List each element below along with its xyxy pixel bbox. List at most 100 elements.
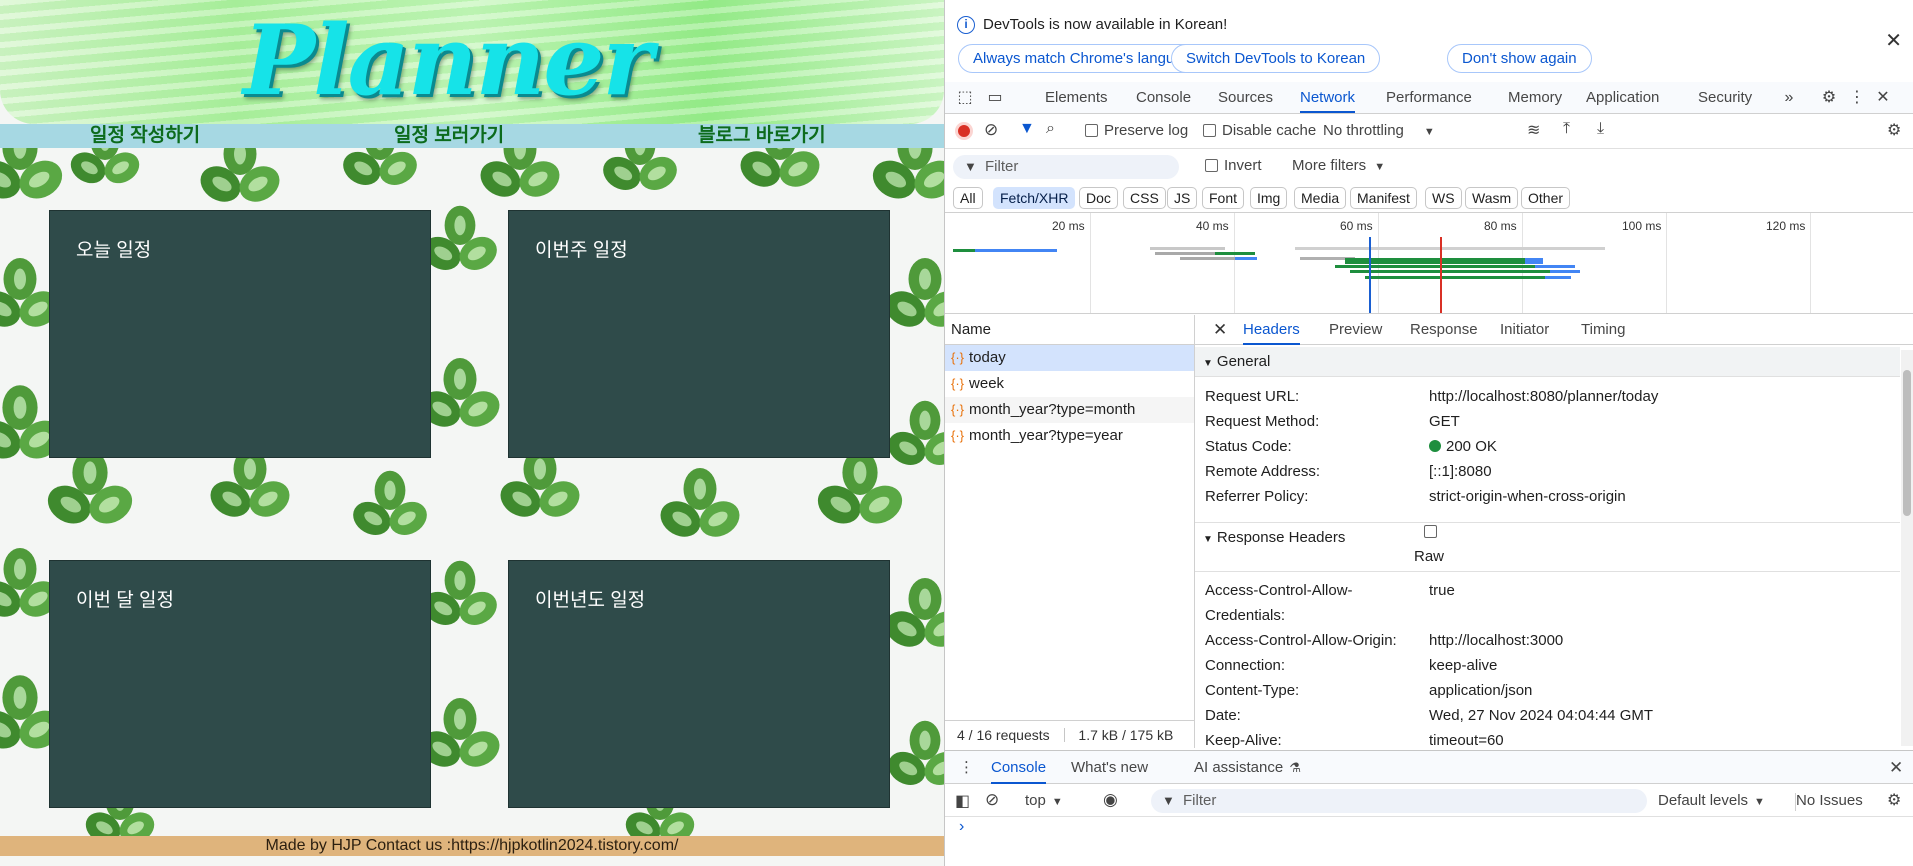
checkbox-box[interactable] bbox=[1205, 159, 1218, 172]
checkbox-box[interactable] bbox=[1085, 124, 1098, 137]
flask-icon: ⚗ bbox=[1289, 760, 1301, 775]
close-drawer-icon[interactable]: ✕ bbox=[1889, 751, 1903, 784]
type-manifest[interactable]: Manifest bbox=[1350, 187, 1417, 209]
switch-to-korean-button[interactable]: Switch DevTools to Korean bbox=[1171, 44, 1381, 73]
tab-performance[interactable]: Performance bbox=[1386, 82, 1472, 113]
invert-label: Invert bbox=[1224, 157, 1262, 174]
planner-title: Planner bbox=[242, 4, 653, 117]
devtools-tabbar: ⬚ ▭ Elements Console Sources Network Per… bbox=[945, 82, 1913, 114]
waterfall-bar bbox=[1550, 270, 1580, 273]
tab-preview[interactable]: Preview bbox=[1329, 315, 1382, 345]
context-select[interactable]: top ▼ bbox=[1025, 792, 1063, 809]
checkbox-box[interactable] bbox=[1203, 124, 1216, 137]
tab-network[interactable]: Network bbox=[1300, 82, 1356, 113]
tab-console[interactable]: Console bbox=[1136, 82, 1191, 113]
request-row[interactable]: {·} month_year?type=month bbox=[945, 397, 1194, 423]
filter-input[interactable]: ▼ Filter bbox=[953, 155, 1179, 179]
close-devtools-icon[interactable]: ✕ bbox=[1873, 88, 1893, 108]
filter-placeholder: Filter bbox=[985, 158, 1019, 175]
console-settings-icon[interactable]: ⚙ bbox=[1887, 790, 1901, 810]
drawer-menu-icon[interactable]: ⋮ bbox=[959, 751, 974, 784]
drawer-tab-console[interactable]: Console bbox=[991, 751, 1047, 784]
clear-console-icon[interactable]: ⊘ bbox=[985, 790, 999, 810]
nav-blog-link[interactable]: 블로그 바로가기 bbox=[698, 124, 826, 148]
drawer-tab-ai-assistance[interactable]: AI assistance ⚗ bbox=[1194, 751, 1301, 784]
type-media[interactable]: Media bbox=[1294, 187, 1347, 209]
timeline-tick: 80 ms bbox=[1484, 219, 1517, 233]
dont-show-again-button[interactable]: Don't show again bbox=[1447, 44, 1592, 73]
preserve-log-checkbox[interactable]: Preserve log bbox=[1085, 122, 1188, 139]
type-wasm[interactable]: Wasm bbox=[1465, 187, 1519, 209]
type-img[interactable]: Img bbox=[1250, 187, 1288, 209]
filter-icon[interactable]: ▼ bbox=[1019, 120, 1035, 138]
disable-cache-checkbox[interactable]: Disable cache bbox=[1203, 122, 1316, 139]
detail-scroll-thumb[interactable] bbox=[1903, 370, 1911, 516]
throttling-select[interactable]: No throttling ▼ bbox=[1323, 122, 1435, 139]
log-levels-select[interactable]: Default levels ▼ bbox=[1658, 792, 1765, 809]
device-toolbar-icon[interactable]: ▭ bbox=[985, 88, 1005, 108]
type-ws[interactable]: WS bbox=[1425, 187, 1462, 209]
more-tabs-icon[interactable]: » bbox=[1779, 88, 1799, 108]
settings-icon[interactable]: ⚙ bbox=[1819, 88, 1839, 108]
type-js[interactable]: JS bbox=[1167, 187, 1198, 209]
request-row[interactable]: {·} week bbox=[945, 371, 1194, 397]
inspect-element-icon[interactable]: ⬚ bbox=[955, 88, 975, 108]
network-settings-icon[interactable]: ⚙ bbox=[1887, 120, 1901, 140]
more-options-icon[interactable]: ⋮ bbox=[1847, 88, 1867, 108]
invert-checkbox[interactable]: Invert bbox=[1205, 157, 1262, 174]
request-row[interactable]: {·} month_year?type=year bbox=[945, 423, 1194, 449]
close-detail-icon[interactable]: ✕ bbox=[1213, 315, 1227, 345]
live-expression-eye-icon[interactable]: ◉ bbox=[1103, 790, 1118, 810]
type-other[interactable]: Other bbox=[1521, 187, 1571, 209]
load-marker bbox=[1440, 237, 1442, 313]
console-prompt[interactable]: › bbox=[959, 818, 964, 836]
today-schedule-card: 오늘 일정 bbox=[49, 210, 431, 458]
clear-icon[interactable]: ⊘ bbox=[984, 120, 998, 140]
waterfall-bar bbox=[1235, 257, 1257, 260]
tab-memory[interactable]: Memory bbox=[1508, 82, 1562, 113]
drawer-tab-whats-new[interactable]: What's new bbox=[1071, 751, 1148, 784]
network-overview-timeline[interactable]: 20 ms 40 ms 60 ms 80 ms 100 ms 120 ms bbox=[945, 212, 1913, 314]
context-value: top bbox=[1025, 792, 1046, 809]
issues-button[interactable]: No Issues bbox=[1796, 792, 1863, 809]
throttling-value: No throttling bbox=[1323, 122, 1404, 139]
export-har-icon[interactable]: ⤓ bbox=[1597, 120, 1604, 138]
console-filter-input[interactable]: ▼ Filter bbox=[1151, 789, 1647, 813]
more-filters-dropdown[interactable]: More filters ▼ bbox=[1292, 157, 1385, 174]
filter-funnel-icon: ▼ bbox=[964, 159, 977, 174]
request-row[interactable]: {·} today bbox=[945, 345, 1194, 371]
type-font[interactable]: Font bbox=[1202, 187, 1245, 209]
header-banner: Planner bbox=[0, 0, 944, 124]
nav-write-schedule[interactable]: 일정 작성하기 bbox=[90, 124, 200, 148]
transferred-size: 1.7 kB / 175 kB bbox=[1078, 727, 1174, 743]
tab-application[interactable]: Application bbox=[1586, 82, 1659, 113]
record-icon[interactable] bbox=[955, 122, 973, 140]
detail-tabbar: ✕ Headers Preview Response Initiator Tim… bbox=[1195, 315, 1913, 345]
year-schedule-card: 이번년도 일정 bbox=[508, 560, 890, 808]
tab-timing[interactable]: Timing bbox=[1581, 315, 1625, 345]
search-icon[interactable]: ⌕ bbox=[1046, 120, 1055, 138]
header-value: keep-alive bbox=[1429, 657, 1498, 674]
tab-security[interactable]: Security bbox=[1698, 82, 1752, 113]
network-conditions-icon[interactable]: ≋ bbox=[1527, 120, 1540, 140]
general-section-header[interactable]: ▼ General bbox=[1195, 347, 1900, 377]
tab-headers[interactable]: Headers bbox=[1243, 315, 1300, 345]
type-css[interactable]: CSS bbox=[1123, 187, 1166, 209]
header-key: Request Method: bbox=[1205, 413, 1320, 430]
raw-checkbox[interactable] bbox=[1424, 525, 1437, 538]
type-doc[interactable]: Doc bbox=[1079, 187, 1118, 209]
name-column-header[interactable]: Name bbox=[945, 315, 1194, 345]
tab-response[interactable]: Response bbox=[1410, 315, 1478, 345]
nav-view-schedule[interactable]: 일정 보러가기 bbox=[394, 124, 504, 148]
type-fetch-xhr[interactable]: Fetch/XHR bbox=[993, 187, 1076, 209]
close-icon[interactable]: ✕ bbox=[1885, 28, 1902, 53]
tab-elements[interactable]: Elements bbox=[1045, 82, 1108, 113]
sidebar-toggle-icon[interactable]: ◧ bbox=[955, 791, 970, 811]
import-har-icon[interactable]: ⤒ bbox=[1563, 120, 1570, 138]
tab-initiator[interactable]: Initiator bbox=[1500, 315, 1549, 345]
timeline-gridline bbox=[1810, 213, 1811, 313]
response-headers-section-header[interactable]: ▼ Response Headers bbox=[1195, 522, 1900, 572]
tab-sources[interactable]: Sources bbox=[1218, 82, 1273, 113]
chevron-down-icon: ▼ bbox=[1051, 796, 1063, 808]
type-all[interactable]: All bbox=[953, 187, 983, 209]
